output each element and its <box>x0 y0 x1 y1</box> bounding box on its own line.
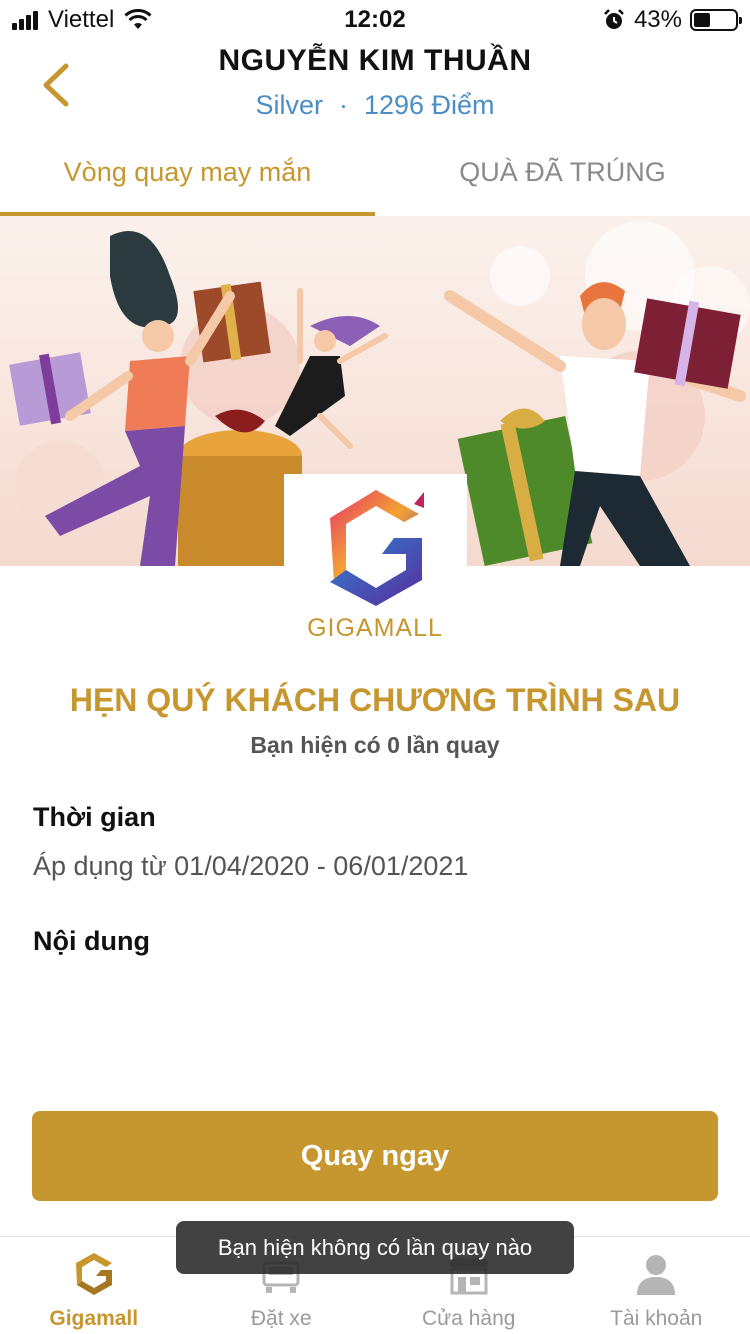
user-icon <box>637 1255 676 1295</box>
spins-remaining: Bạn hiện có 0 lần quay <box>250 732 500 758</box>
status-right: 43% <box>602 6 742 34</box>
member-info: Silver · 1296 Điểm <box>0 90 750 121</box>
brand-name: GIGAMALL <box>307 614 443 642</box>
gigamall-icon <box>75 1253 112 1295</box>
battery-icon <box>690 9 742 31</box>
battery-percent: 43% <box>633 6 682 33</box>
content-section-title: Nội dung <box>33 926 150 956</box>
time-section-title: Thời gian <box>33 802 156 832</box>
status-bar: Viettel 12:02 43% <box>0 0 750 40</box>
campaign-headline: HẸN QUÝ KHÁCH CHƯƠNG TRÌNH SAU <box>69 682 681 718</box>
page-title: NGUYỄN KIM THUẦN <box>218 44 532 77</box>
nav-item-gigamall[interactable]: Gigamall <box>0 1237 188 1334</box>
time-section-text: Áp dụng từ 01/04/2020 - 06/01/2021 <box>33 851 469 881</box>
tab-lucky-wheel[interactable]: Vòng quay may mắn <box>0 136 375 216</box>
member-points: 1296 Điểm <box>363 90 495 120</box>
separator: · <box>338 90 348 120</box>
alarm-icon <box>604 9 624 29</box>
tab-won-gifts[interactable]: QUÀ ĐÃ TRÚNG <box>375 136 750 216</box>
toast-message: Bạn hiện không có lần quay nào <box>176 1221 574 1274</box>
member-tier: Silver <box>255 90 323 120</box>
nav-label: Đặt xe <box>250 1307 312 1330</box>
nav-item-account[interactable]: Tài khoản <box>563 1237 750 1334</box>
spin-now-button[interactable]: Quay ngay <box>32 1111 718 1201</box>
nav-label: Tài khoản <box>610 1307 703 1330</box>
nav-label: Gigamall <box>49 1307 139 1330</box>
nav-label: Cửa hàng <box>422 1307 516 1330</box>
tab-bar: Vòng quay may mắn QUÀ ĐÃ TRÚNG <box>0 136 750 216</box>
header: NGUYỄN KIM THUẦN Silver · 1296 Điểm <box>0 40 750 136</box>
